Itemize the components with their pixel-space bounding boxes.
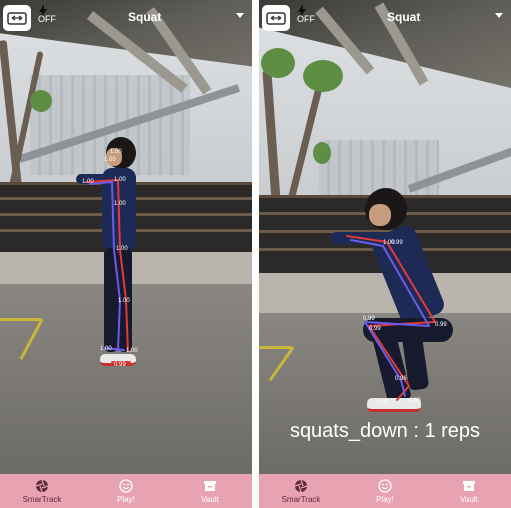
pose-score: 1.00 — [126, 348, 138, 354]
chevron-down-icon — [495, 13, 503, 18]
vault-icon — [204, 480, 216, 491]
camera-view: 1.00 1.00 1.00 1.00 1.00 1.00 1.00 1.00 … — [0, 0, 252, 474]
nav-play[interactable]: Play! — [84, 474, 168, 508]
pose-score: 0.96 — [395, 376, 407, 382]
smiley-icon — [119, 478, 133, 493]
pose-score: 1.00 — [104, 157, 116, 163]
pose-skeleton: 1.00 1.00 1.00 1.00 1.00 1.00 1.00 1.00 … — [82, 149, 138, 368]
image-divider — [252, 0, 259, 508]
switch-camera-icon — [266, 12, 286, 25]
aperture-icon — [294, 479, 308, 492]
nav-label: Play! — [117, 494, 135, 504]
pose-score: 0.99 — [435, 322, 447, 328]
switch-camera-button[interactable] — [262, 5, 290, 31]
nav-vault[interactable]: Vault — [168, 474, 252, 508]
camera-view: 1.00 0.99 0.99 0.99 0.99 0.96 0.95 0.93 … — [259, 0, 511, 474]
rep-counter: squats_down : 1 reps — [289, 420, 481, 442]
pose-score: 1.00 — [116, 246, 128, 252]
top-bar: OFF Squat — [259, 0, 511, 36]
pose-score: 1.00 — [110, 149, 122, 155]
smiley-icon — [378, 478, 392, 493]
pose-score: 1.00 — [114, 177, 126, 183]
nav-label: Play! — [376, 494, 394, 504]
bottom-nav: SmarTrack Play! Vault — [259, 474, 511, 508]
nav-label: SmarTrack — [281, 494, 321, 504]
switch-camera-button[interactable] — [3, 5, 31, 31]
exercise-dropdown[interactable]: Squat — [80, 6, 250, 30]
pose-score: 1.00 — [118, 298, 130, 304]
pose-score: 0.99 — [363, 316, 375, 322]
app-screen-left: 1.00 1.00 1.00 1.00 1.00 1.00 1.00 1.00 … — [0, 0, 252, 508]
top-bar: OFF Squat — [0, 0, 252, 36]
pose-score: 0.95 — [377, 400, 389, 406]
pose-score: 0.99 — [369, 326, 381, 332]
flash-status: OFF — [38, 14, 56, 24]
nav-smartrack[interactable]: SmarTrack — [259, 474, 343, 508]
nav-play[interactable]: Play! — [343, 474, 427, 508]
switch-camera-icon — [7, 12, 27, 25]
pose-score: 0.99 — [391, 240, 403, 246]
flash-status: OFF — [297, 14, 315, 24]
exercise-dropdown[interactable]: Squat — [339, 6, 509, 30]
pose-score: 1.00 — [114, 201, 126, 207]
nav-label: SmarTrack — [22, 494, 62, 504]
exercise-name: Squat — [387, 10, 421, 24]
nav-vault[interactable]: Vault — [427, 474, 511, 508]
pose-score: 1.00 — [100, 346, 112, 352]
exercise-name: Squat — [128, 10, 162, 24]
vault-icon — [463, 480, 475, 491]
screenshot-pair: 1.00 1.00 1.00 1.00 1.00 1.00 1.00 1.00 … — [0, 0, 511, 508]
aperture-icon — [35, 479, 49, 492]
nav-smartrack[interactable]: SmarTrack — [0, 474, 84, 508]
app-screen-right: 1.00 0.99 0.99 0.99 0.99 0.96 0.95 0.93 … — [259, 0, 511, 508]
chevron-down-icon — [236, 13, 244, 18]
nav-label: Vault — [201, 494, 219, 504]
pose-skeleton: 1.00 0.99 0.99 0.99 0.99 0.96 0.95 0.93 — [346, 235, 447, 406]
bottom-nav: SmarTrack Play! Vault — [0, 474, 252, 508]
pose-score: 0.99 — [114, 362, 126, 368]
pose-score: 0.93 — [409, 398, 421, 404]
pose-score: 1.00 — [82, 179, 94, 185]
nav-label: Vault — [460, 494, 478, 504]
